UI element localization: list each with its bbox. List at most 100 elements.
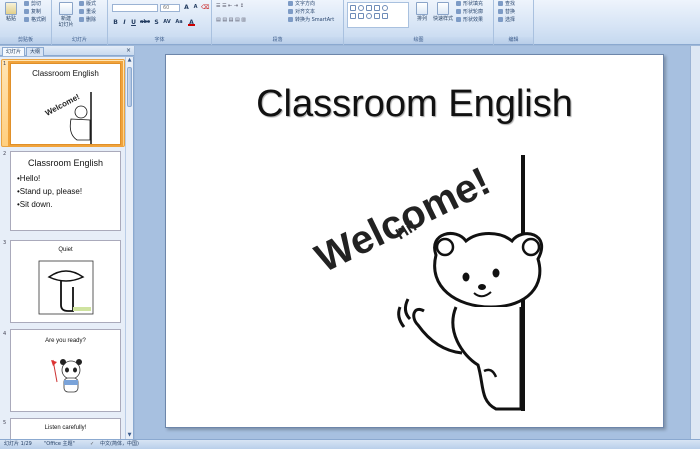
drawing-group-label: 绘图 [344,37,493,44]
slide-scrollbar[interactable] [690,46,700,439]
fill-icon [456,1,461,6]
editing-group-label: 编辑 [494,37,533,44]
thumb-title: Classroom English [27,158,104,168]
shape-effects-button[interactable]: 形状效果 [456,17,483,24]
current-slide[interactable]: Classroom English Welcome! Hi! [165,54,664,428]
shape-arrow-icon [374,5,380,11]
delete-slide-button[interactable]: 删除 [79,17,96,24]
align-text-icon [288,9,293,14]
clipboard-group-label: 剪贴板 [0,37,51,44]
slides-group: 新建 幻灯片 版式 重设 删除 幻灯片 [52,0,108,45]
bold-button[interactable]: B [112,19,119,26]
new-slide-button[interactable]: 新建 幻灯片 [56,2,76,28]
format-painter-button[interactable]: 格式刷 [24,17,46,24]
shapes-gallery[interactable] [347,2,409,28]
scroll-down-icon[interactable]: ▼ [126,432,133,439]
slide-thumbnail-4[interactable]: Are you ready? [10,329,121,412]
text-direction-button[interactable]: 文字方向 [288,1,315,8]
slide-number: 5 [3,420,7,426]
slide-number: 1 [3,61,7,67]
thumb-bullet: •Sit down. [17,200,53,209]
thumb-panda-illustration [51,359,82,393]
font-group: 60 A A ⌫ B I U abc S AV Aa A 字体 [108,0,212,45]
scroll-up-icon[interactable]: ▲ [126,57,133,64]
shape-oval-icon [382,5,388,11]
close-pane-icon[interactable]: × [126,47,131,55]
strikethrough-button[interactable]: abc [139,19,151,26]
paragraph-group-label: 段落 [212,37,343,44]
cut-button[interactable]: 剪切 [24,1,41,8]
paste-button[interactable]: 粘贴 [3,2,19,28]
spellcheck-icon[interactable]: ✓ [90,440,94,449]
select-button[interactable]: 选择 [498,17,515,24]
slide-thumbnail-pane: 1 Classroom English Welcome! 2 Classroom… [0,57,134,439]
find-button[interactable]: 查找 [498,1,515,8]
thumb-bear-illustration: Welcome! [44,92,92,144]
shadow-button[interactable]: S [153,19,160,26]
select-icon [498,17,503,22]
char-spacing-button[interactable]: AV [162,19,172,26]
delete-icon [79,17,84,22]
change-case-button[interactable]: Aa [174,19,184,26]
new-slide-icon [59,2,73,15]
reset-icon [79,9,84,14]
thumb-bullet: •Hello! [17,174,41,183]
arrange-button[interactable]: 排列 [412,2,432,28]
slide-thumbnail-5[interactable]: Listen carefully! [10,418,121,439]
shape-fill-button[interactable]: 形状填充 [456,1,483,8]
grow-font-button[interactable]: A [183,4,190,11]
slide-editing-area: Classroom English Welcome! Hi! [135,46,700,439]
shrink-font-button[interactable]: A [192,4,199,11]
shape-rect-icon [350,5,356,11]
font-name-combo[interactable] [112,4,158,12]
language-status[interactable]: 中文(简体，中国) [100,440,139,449]
shape-outline-button[interactable]: 形状轮廓 [456,9,483,16]
shape-smile-icon [366,13,372,19]
paste-icon [5,2,17,15]
align-text-button[interactable]: 对齐文本 [288,9,315,16]
paragraph-group: ☰ ☰ ⇤ ⇥ ↕ ▤ ▤ ▤ ▤ ▥ 文字方向 对齐文本 转换为 SmartA… [212,0,344,45]
theme-status: "Office 主题" [44,441,75,447]
slide-number: 2 [3,151,7,157]
scroll-thumb[interactable] [127,67,132,107]
tab-slides[interactable]: 幻灯片 [2,47,26,56]
slides-group-label: 幻灯片 [52,37,107,44]
copy-button[interactable]: 复制 [24,9,41,16]
replace-button[interactable]: 替换 [498,9,515,16]
ribbon: 粘贴 剪切 复制 格式刷 剪贴板 新建 幻灯片 版式 重设 删除 幻灯片 60 … [0,0,700,45]
thumbnail-scrollbar[interactable]: ▲ ▼ [125,57,133,439]
quick-styles-button[interactable]: 快速样式 [432,2,454,28]
outline-icon [456,9,461,14]
shape-brace-icon [382,13,388,19]
arrange-icon [416,2,428,15]
effects-icon [456,17,461,22]
reset-button[interactable]: 重设 [79,9,96,16]
layout-button[interactable]: 版式 [79,1,96,8]
replace-icon [498,9,503,14]
text-direction-icon [288,1,293,6]
slide-number: 3 [3,240,7,246]
shape-triangle-icon [350,13,356,19]
clipboard-group: 粘贴 剪切 复制 格式刷 剪贴板 [0,0,52,45]
bullets-row[interactable]: ☰ ☰ ⇤ ⇥ ↕ [216,3,244,10]
font-group-label: 字体 [108,37,211,44]
slide-thumbnail-2[interactable]: Classroom English •Hello! •Stand up, ple… [10,151,121,231]
drawing-group: 排列 快速样式 形状填充 形状轮廓 形状效果 绘图 [344,0,494,45]
font-size-combo[interactable]: 60 [160,4,180,12]
copy-icon [24,9,29,14]
shape-bracket-icon [358,13,364,19]
slide-count-status: 幻灯片 1/29 [4,441,32,447]
italic-button[interactable]: I [121,19,128,26]
layout-icon [79,1,84,6]
clear-format-button[interactable]: ⌫ [201,4,209,11]
slide-thumbnail-3[interactable]: Quiet [10,240,121,323]
convert-smartart-button[interactable]: 转换为 SmartArt [288,17,334,24]
underline-button[interactable]: U [130,19,137,26]
alignment-row[interactable]: ▤ ▤ ▤ ▤ ▥ [216,17,246,24]
thumb-bullet: •Stand up, please! [17,187,83,196]
slide-thumbnail-1[interactable]: Classroom English Welcome! [8,61,123,147]
smartart-icon [288,17,293,22]
scissors-icon [24,1,29,6]
tab-outline[interactable]: 大纲 [26,47,45,56]
font-color-button[interactable]: A [188,19,195,26]
